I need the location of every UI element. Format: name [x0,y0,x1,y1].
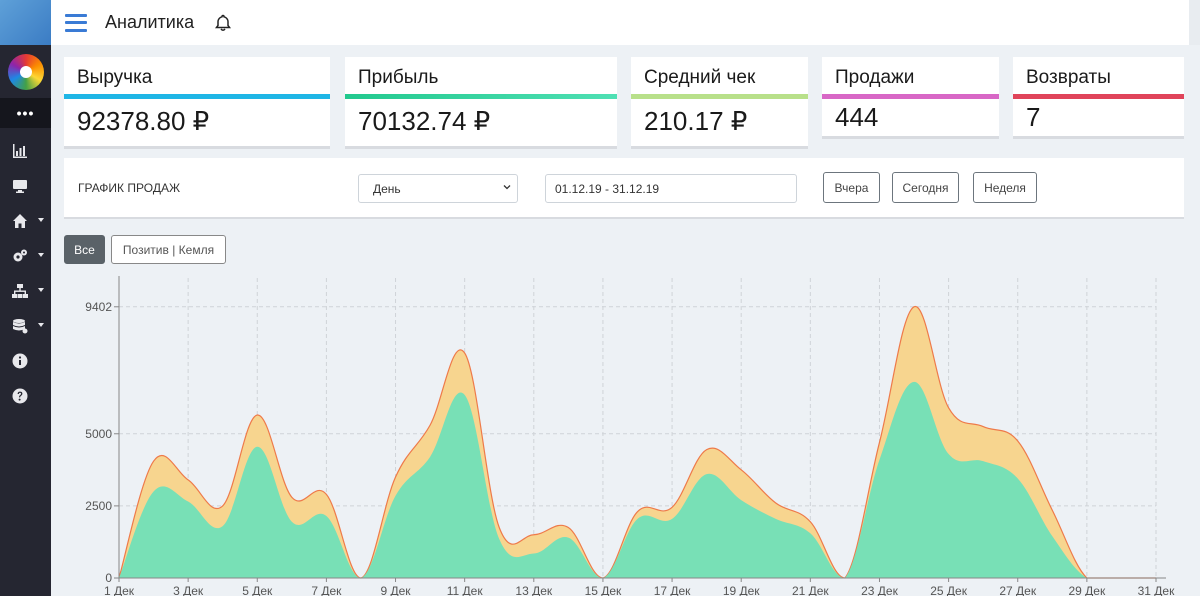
x-tick-label: 23 Дек [861,584,898,596]
card-label: Продажи [835,67,915,88]
chevron-down-icon [38,253,44,257]
card-label: Прибыль [358,67,439,88]
x-tick-label: 19 Дек [723,584,760,596]
card-value: 444 [835,102,879,132]
card-label: Средний чек [644,67,756,88]
y-tick-label: 2500 [85,499,112,513]
card-value: 7 [1026,102,1041,132]
sidebar: ••• [0,0,51,596]
sidebar-item-monitor[interactable] [0,168,51,203]
card-accent-bar [345,94,617,99]
sidebar-item-help[interactable] [0,378,51,413]
header-scroll-edge [1189,0,1200,45]
info-icon [12,353,28,368]
home-icon [13,213,27,228]
card-value: 92378.80 ₽ [77,106,210,136]
filter-all-button[interactable]: Все [64,235,105,264]
x-tick-label: 27 Дек [999,584,1036,596]
card-label: Выручка [77,67,153,88]
card-accent-bar [822,94,999,99]
card-label: Возвраты [1026,67,1111,88]
x-tick-label: 29 Дек [1068,584,1105,596]
x-tick-label: 21 Дек [792,584,829,596]
x-tick-label: 3 Дек [173,584,204,596]
sidebar-item-database[interactable] [0,308,51,343]
sidebar-item-structure[interactable] [0,273,51,308]
y-tick-label: 9402 [85,300,112,314]
x-tick-label: 17 Дек [654,584,691,596]
period-select-value: День [373,182,401,196]
card-sales: Продажи 444 [822,57,999,136]
x-tick-label: 31 Дек [1138,584,1175,596]
sidebar-item-home[interactable] [0,203,51,238]
app-logo[interactable] [0,45,51,98]
card-profit: Прибыль 70132.74 ₽ [345,57,617,146]
card-revenue: Выручка 92378.80 ₽ [64,57,330,146]
chart-bar-icon [13,143,27,158]
chevron-down-icon [38,218,44,222]
x-tick-label: 11 Дек [447,584,484,596]
x-tick-label: 9 Дек [381,584,412,596]
sales-chart-controls: ГРАФИК ПРОДАЖ День 01.12.19 - 31.12.19 В… [64,158,1184,217]
x-tick-label: 7 Дек [311,584,342,596]
card-value: 210.17 ₽ [644,106,748,136]
logo-icon [7,53,44,90]
database-icon [13,318,28,333]
x-tick-label: 13 Дек [515,584,552,596]
sidebar-item-settings[interactable] [0,238,51,273]
sidebar-item-analytics[interactable] [0,133,51,168]
period-select[interactable]: День [358,174,518,203]
x-tick-label: 1 Дек [104,584,135,596]
chevron-down-icon [503,185,511,190]
week-button[interactable]: Неделя [973,172,1037,203]
date-range-input[interactable]: 01.12.19 - 31.12.19 [545,174,797,203]
card-accent-bar [1013,94,1184,99]
y-tick-label: 5000 [85,427,112,441]
chevron-down-icon [38,288,44,292]
section-title: ГРАФИК ПРОДАЖ [78,181,181,195]
sidebar-item-info[interactable] [0,343,51,378]
series-area-2 [119,381,1156,578]
sales-chart-svg: 0 2500 5000 9402 1 Дек 3 Дек 5 Дек 7 Дек 9 Дек 11… [85,276,1175,596]
sidebar-header [0,0,51,45]
page-title: Аналитика [105,12,195,32]
card-value: 70132.74 ₽ [358,106,491,136]
menu-icon[interactable] [65,13,87,32]
cogs-icon [13,249,27,261]
yesterday-button[interactable]: Вчера [823,172,880,203]
more-icon[interactable]: ••• [0,98,51,128]
filter-store-button[interactable]: Позитив | Кемля [111,235,226,264]
top-header: Аналитика [51,0,1200,45]
y-tick-label: 0 [105,571,112,585]
card-accent-bar [631,94,808,99]
chevron-down-icon [38,323,44,327]
monitor-icon [13,179,27,193]
sitemap-icon [12,283,28,298]
card-returns: Возвраты 7 [1013,57,1184,136]
bell-icon[interactable] [214,14,232,32]
x-tick-label: 5 Дек [242,584,273,596]
x-tick-label: 15 Дек [585,584,622,596]
card-average-check: Средний чек 210.17 ₽ [631,57,808,146]
today-button[interactable]: Сегодня [892,172,959,203]
help-icon [12,388,28,403]
x-tick-label: 25 Дек [930,584,967,596]
sales-chart: 0 2500 5000 9402 1 Дек 3 Дек 5 Дек 7 Дек 9 Дек 11… [64,270,1184,596]
card-accent-bar [64,94,330,99]
